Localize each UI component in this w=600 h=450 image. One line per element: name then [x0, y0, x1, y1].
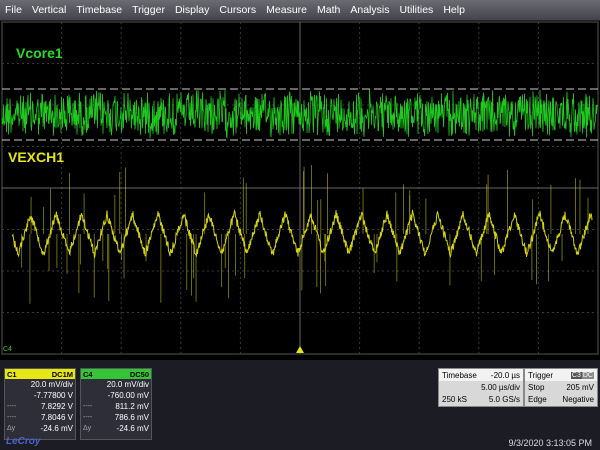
menu-item-utilities[interactable]: Utilities: [394, 0, 438, 20]
menu-item-vertical[interactable]: Vertical: [27, 0, 71, 20]
timebase-descriptor[interactable]: Timebase -20.0 µs 5.00 µs/div 250 kS 5.0…: [438, 368, 524, 407]
channel-c1-descriptor[interactable]: C1 DC1M 20.0 mV/div -7.77800 V ---- 7.829…: [4, 368, 76, 440]
trigger-position-marker: [296, 346, 304, 353]
c1-cursor1: 7.8292 V: [40, 402, 73, 411]
trigger-type: Edge: [528, 394, 547, 404]
trigger-coupling: DC: [581, 371, 594, 379]
c4-cursor2: 786.6 mV: [114, 413, 149, 422]
c1-cursor2: 7.8046 V: [40, 413, 73, 422]
c1-delta-label: Δy: [7, 425, 16, 432]
c1-delta: -24.6 mV: [40, 424, 73, 433]
timebase-samples: 250 kS: [442, 394, 467, 404]
timebase-rate: 5.0 GS/s: [488, 394, 520, 404]
c1-cursor2-marker: ----: [7, 414, 17, 421]
c4-cursor2-marker: ----: [83, 414, 93, 421]
menu-item-math[interactable]: Math: [312, 0, 345, 20]
ch4-offset-marker: C4: [3, 346, 12, 353]
menu-item-measure[interactable]: Measure: [261, 0, 312, 20]
trigger-mode: Stop: [528, 382, 545, 392]
menu-item-help[interactable]: Help: [438, 0, 470, 20]
menu-item-file[interactable]: File: [0, 0, 27, 20]
c1-vdiv: 20.0 mV/div: [30, 380, 73, 389]
brand-logo: LeCroy: [6, 436, 41, 447]
c4-delta-label: Δy: [83, 425, 92, 432]
channel-c4-descriptor[interactable]: C4 DC50 20.0 mV/div -760.00 mV ---- 811.2…: [80, 368, 152, 440]
waveform-canvas: C4: [1, 21, 599, 355]
menu-item-analysis[interactable]: Analysis: [345, 0, 394, 20]
c4-cursor1-marker: ----: [83, 403, 93, 410]
trigger-level: 205 mV: [566, 382, 594, 392]
waveform-display[interactable]: C4 Vcore1 VEXCH1: [0, 21, 600, 360]
menu-item-display[interactable]: Display: [170, 0, 214, 20]
c1-offset: -7.77800 V: [33, 391, 73, 400]
trigger-descriptor[interactable]: Trigger C3 DC Stop 205 mV Edge Negative: [524, 368, 598, 407]
c4-delta: -24.6 mV: [116, 424, 149, 433]
c1-coupling: DC1M: [51, 369, 73, 379]
trigger-slope: Negative: [562, 394, 594, 404]
menu-bar: File Vertical Timebase Trigger Display Cursor…: [0, 0, 600, 21]
c4-cursor1: 811.2 mV: [115, 402, 149, 411]
timebase-delay: -20.0 µs: [490, 370, 520, 380]
trigger-channel: C3: [570, 371, 582, 379]
c4-coupling: DC50: [129, 369, 149, 379]
datetime-readout: 9/3/2020 3:13:05 PM: [508, 438, 592, 448]
timebase-label: Timebase: [442, 370, 477, 380]
timebase-per-div: 5.00 µs/div: [481, 382, 520, 392]
menu-item-trigger[interactable]: Trigger: [127, 0, 170, 20]
c4-vdiv: 20.0 mV/div: [106, 380, 149, 389]
trigger-label: Trigger: [528, 370, 554, 380]
c1-tag: C1: [7, 369, 17, 379]
c4-tag: C4: [83, 369, 93, 379]
c1-cursor1-marker: ----: [7, 403, 17, 410]
menu-item-cursors[interactable]: Cursors: [214, 0, 261, 20]
trace-label-vcore1: Vcore1: [16, 45, 63, 61]
c4-offset: -760.00 mV: [107, 391, 149, 400]
trace-label-vexch1: VEXCH1: [8, 149, 65, 165]
menu-item-timebase[interactable]: Timebase: [71, 0, 127, 20]
